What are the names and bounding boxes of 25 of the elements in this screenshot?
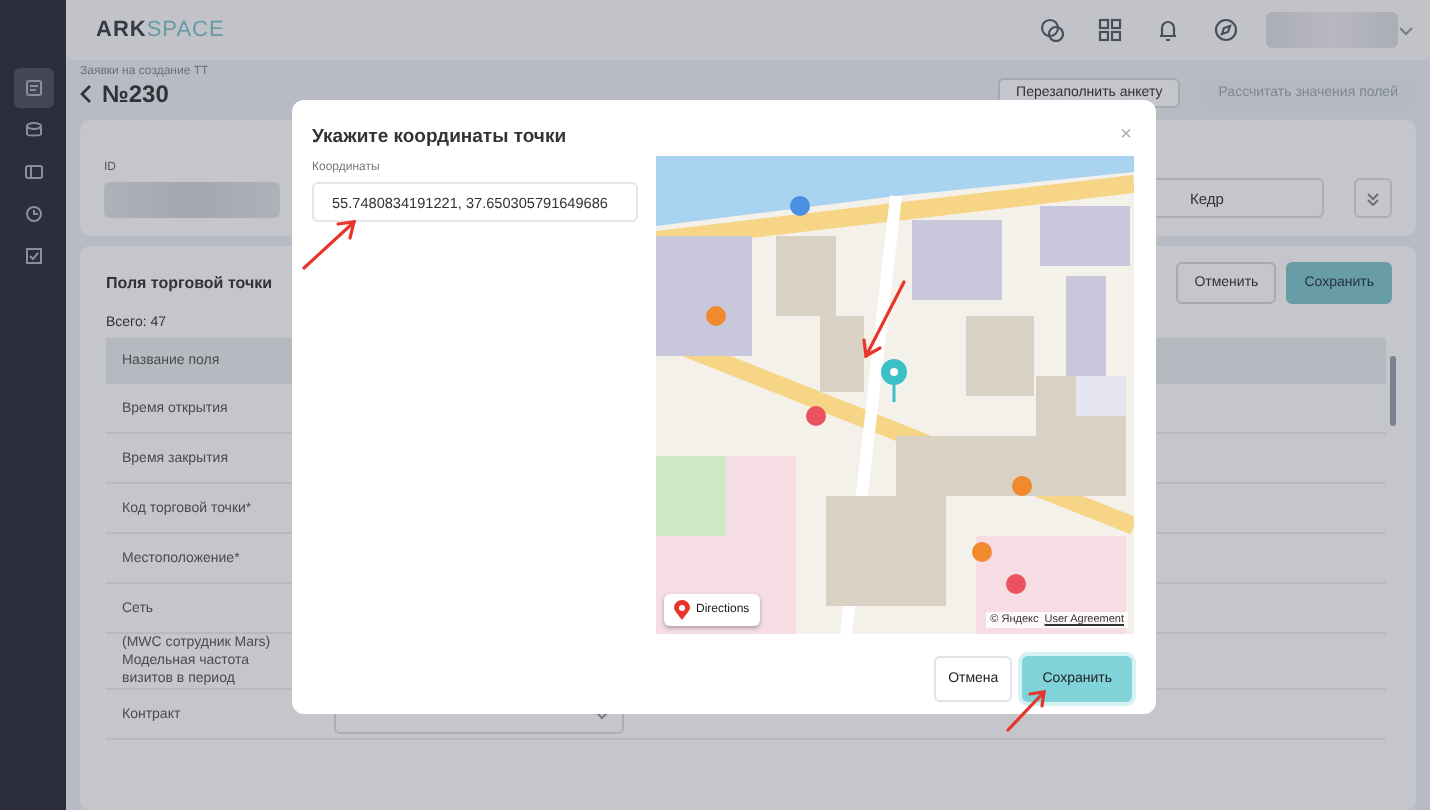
expand-button[interactable]: [1354, 178, 1392, 218]
compass-icon[interactable]: [1214, 18, 1238, 42]
grid-icon[interactable]: [1098, 18, 1122, 42]
annotation-arrow: [300, 216, 360, 272]
list-icon: [23, 78, 43, 98]
chat-icon[interactable]: [1040, 18, 1064, 42]
app-logo: ARKSPACE: [96, 18, 225, 42]
back-icon[interactable]: [80, 83, 92, 103]
scrollbar-thumb[interactable]: [1390, 356, 1396, 426]
annotation-arrow: [1004, 686, 1048, 734]
map-pin-icon: [880, 358, 908, 402]
database-icon: [23, 120, 43, 140]
checkbox-icon: [23, 246, 43, 266]
sidebar-item[interactable]: [13, 68, 53, 108]
annotation-arrow: [860, 278, 908, 362]
card-title: Поля торговой точки: [106, 274, 273, 292]
clock-icon: [23, 204, 43, 224]
panel-icon: [23, 162, 43, 182]
page-title: №230: [102, 79, 169, 107]
dialog-title: Укажите координаты точки: [312, 125, 569, 147]
chevron-down-icon[interactable]: [1398, 25, 1414, 35]
double-chevron-icon: [1366, 191, 1380, 205]
location-pin-icon: [674, 600, 690, 620]
id-field[interactable]: [104, 182, 280, 218]
bell-icon[interactable]: [1156, 18, 1180, 42]
